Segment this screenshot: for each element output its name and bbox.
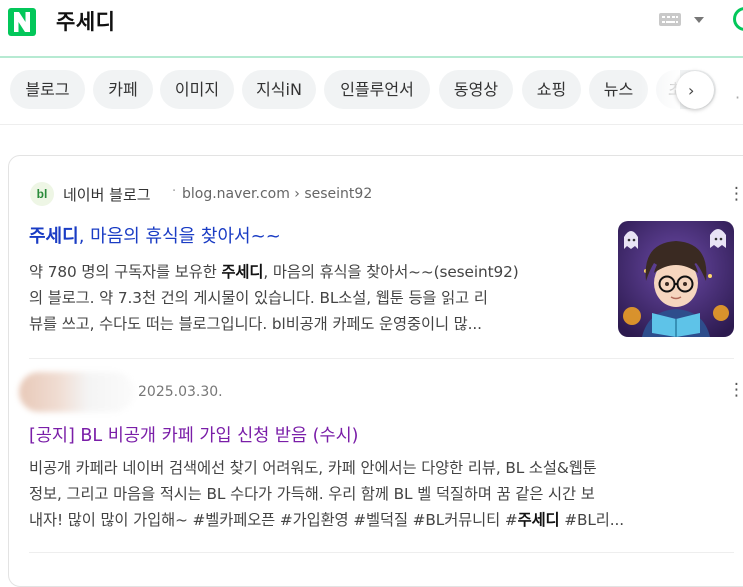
- tab-kin[interactable]: 지식iN: [242, 70, 316, 109]
- desc-text: #BL리...: [559, 511, 625, 529]
- desc-text: 내자! 많이 많이 가입해~ #벨카페오픈 #가입환영 #벨덕질 #BL커뮤니티…: [29, 511, 518, 529]
- desc-highlight: 주세디: [517, 511, 560, 529]
- tab-video[interactable]: 동영상: [439, 70, 513, 109]
- keyboard-icon[interactable]: [659, 13, 681, 26]
- tab-blog[interactable]: 블로그: [10, 70, 85, 109]
- source-name[interactable]: 네이버 블로그: [63, 184, 151, 205]
- result-description-line: 비공개 카페라 네이버 검색에선 찾기 어려워도, 카페 안에서는 다양한 리뷰…: [29, 455, 597, 481]
- search-header: 주세디: [0, 0, 743, 58]
- desc-text: 정보, 그리고 마음을 적시는 BL 수다가 가득해. 우리 함께 BL 벨 덕…: [29, 485, 595, 503]
- result-divider: [29, 358, 734, 359]
- chevron-down-icon[interactable]: [694, 17, 704, 23]
- post-date: 2025.03.30.: [138, 384, 223, 400]
- result-description-line: 의 블로그. 약 7.3천 건의 게시물이 있습니다. BL소설, 웹툰 등을 …: [29, 285, 488, 311]
- tab-cafe[interactable]: 카페: [93, 70, 153, 109]
- result-description-line: 정보, 그리고 마음을 적시는 BL 수다가 가득해. 우리 함께 BL 벨 덕…: [29, 481, 595, 507]
- result-title[interactable]: [공지] BL 비공개 카페 가입 신청 받음 (수시): [29, 422, 359, 447]
- tab-shopping[interactable]: 쇼핑: [522, 70, 581, 109]
- search-query[interactable]: 주세디: [56, 6, 115, 36]
- desc-text: , 마음의 휴식을 찾아서~~(seseint92): [263, 263, 519, 281]
- desc-text: 뷰를 쓰고, 수다도 떠는 블로그입니다. bl비공개 카페도 운영중이니 많.…: [29, 315, 482, 333]
- blurred-author-avatar[interactable]: [19, 372, 134, 412]
- more-options-icon[interactable]: ⋮: [728, 186, 743, 203]
- title-highlight: 주세디: [29, 226, 79, 247]
- tab-image[interactable]: 이미지: [160, 70, 234, 109]
- desc-text: 약 780 명의 구독자를 보유한: [29, 263, 222, 281]
- result-thumbnail[interactable]: [618, 221, 734, 337]
- more-tabs-icon[interactable]: ·: [735, 88, 740, 107]
- result-description-line: 뷰를 쓰고, 수다도 떠는 블로그입니다. bl비공개 카페도 운영중이니 많.…: [29, 311, 482, 337]
- result-description-line: 내자! 많이 많이 가입해~ #벨카페오픈 #가입환영 #벨덕질 #BL커뮤니티…: [29, 507, 624, 533]
- desc-text: 비공개 카페라 네이버 검색에선 찾기 어려워도, 카페 안에서는 다양한 리뷰…: [29, 459, 597, 477]
- naver-logo[interactable]: [8, 8, 36, 36]
- tabs-next-button[interactable]: ›: [676, 71, 714, 109]
- title-text: , 마음의 휴식을 찾아서~~: [78, 226, 281, 247]
- desc-text: 의 블로그. 약 7.3천 건의 게시물이 있습니다. BL소설, 웹툰 등을 …: [29, 289, 488, 307]
- tabs-fade: [640, 68, 680, 112]
- search-tabs: 블로그 카페 이미지 지식iN 인플루언서 동영상 쇼핑 뉴스 초 › ·: [0, 58, 743, 125]
- source-separator: ·: [172, 184, 177, 199]
- search-button-icon[interactable]: [733, 7, 743, 31]
- tab-influencer[interactable]: 인플루언서: [324, 70, 430, 109]
- chevron-right-icon: ›: [688, 81, 695, 100]
- result-description-line: 약 780 명의 구독자를 보유한 주세디, 마음의 휴식을 찾아서~~(ses…: [29, 259, 519, 285]
- blog-source-icon[interactable]: bl: [30, 182, 54, 206]
- source-url[interactable]: blog.naver.com › seseint92: [182, 186, 372, 202]
- result-title[interactable]: 주세디, 마음의 휴식을 찾아서~~: [29, 222, 281, 248]
- result-divider: [29, 552, 734, 553]
- desc-highlight: 주세디: [221, 263, 264, 281]
- more-options-icon[interactable]: ⋮: [728, 382, 743, 399]
